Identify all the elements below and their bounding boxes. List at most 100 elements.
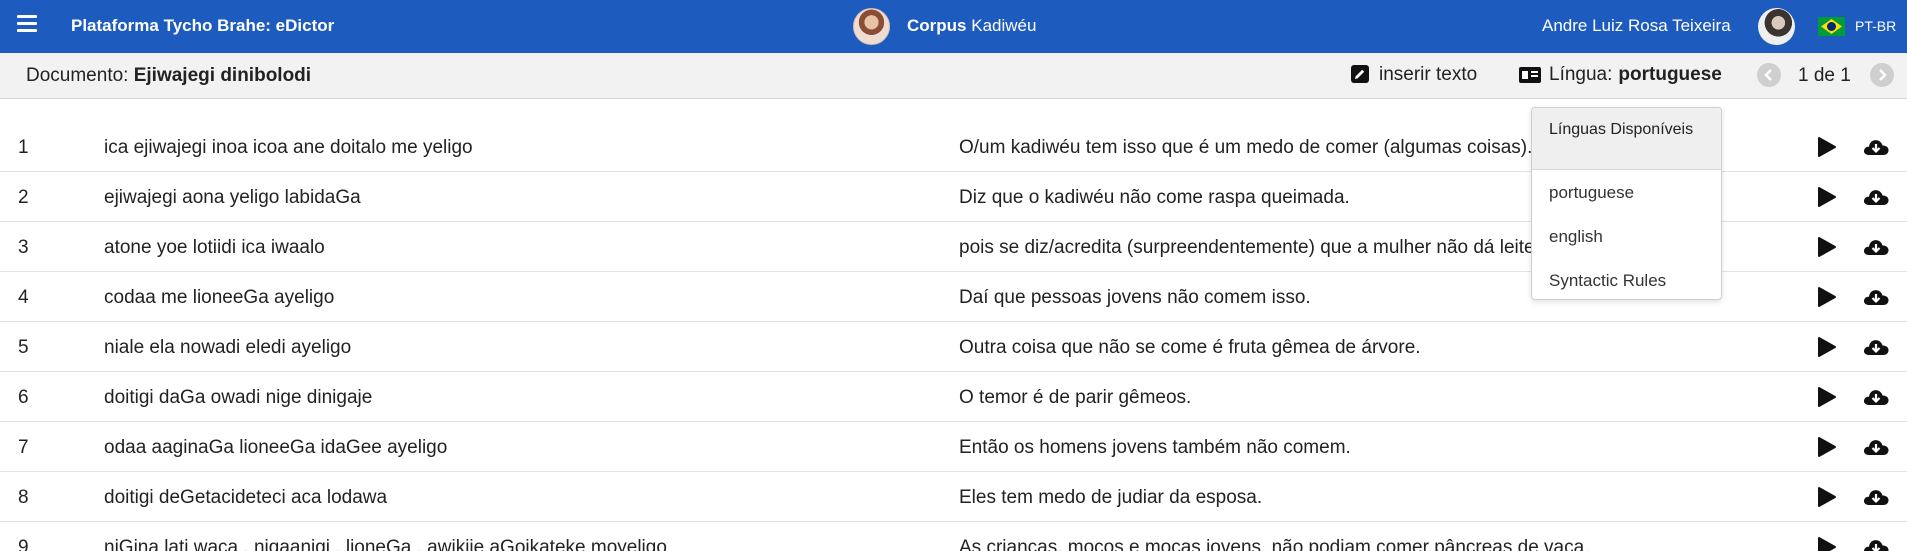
edit-icon (1351, 65, 1369, 83)
page-indicator: 1 de 1 (1798, 65, 1851, 86)
translation-text[interactable]: O temor é de parir gêmeos. (959, 387, 1191, 409)
corpus-name: Kadiwéu (971, 16, 1037, 35)
play-button[interactable] (1815, 286, 1837, 314)
row-number: 6 (18, 387, 29, 408)
download-button[interactable] (1862, 236, 1890, 264)
app-title[interactable]: Plataforma Tycho Brahe: eDictor (71, 16, 334, 36)
corpus-label[interactable]: Corpus Kadiwéu (907, 16, 1036, 36)
play-icon (1818, 187, 1836, 207)
cloud-download-icon (1863, 190, 1889, 205)
download-button[interactable] (1862, 186, 1890, 214)
source-text[interactable]: doitigi daGa owadi nige dinigaje (104, 387, 372, 409)
table-row[interactable]: 5 niale ela nowadi eledi ayeligo Outra c… (0, 322, 1907, 372)
document-title: Documento: Ejiwajegi dinibolodi (26, 65, 311, 87)
translation-text[interactable]: Diz que o kadiwéu não come raspa queimad… (959, 187, 1350, 209)
language-icon (1519, 67, 1541, 83)
language-selector[interactable]: Língua: portuguese (1519, 64, 1722, 86)
cloud-download-icon (1863, 390, 1889, 405)
language-value: portuguese (1618, 64, 1722, 85)
row-number: 5 (18, 337, 29, 358)
document-name: Ejiwajegi dinibolodi (133, 65, 312, 86)
play-icon (1818, 437, 1836, 457)
play-button[interactable] (1815, 236, 1837, 264)
cloud-download-icon (1863, 290, 1889, 305)
translation-text[interactable]: pois se diz/acredita (surpreendentemente… (959, 237, 1540, 259)
chevron-left-icon (1764, 69, 1772, 81)
cloud-download-icon (1863, 490, 1889, 505)
next-page-button[interactable] (1870, 63, 1894, 87)
cloud-download-icon (1863, 540, 1889, 551)
download-button[interactable] (1862, 486, 1890, 514)
play-button[interactable] (1815, 536, 1837, 551)
top-app-bar: Plataforma Tycho Brahe: eDictor Corpus K… (0, 0, 1907, 53)
source-text[interactable]: ejiwajegi aona yeligo labidaGa (104, 187, 361, 209)
cloud-download-icon (1863, 140, 1889, 155)
insert-text-label: inserir texto (1379, 64, 1478, 85)
row-number: 2 (18, 187, 29, 208)
translation-text[interactable]: Eles tem medo de judiar da esposa. (959, 487, 1262, 509)
download-button[interactable] (1862, 286, 1890, 314)
play-button[interactable] (1815, 486, 1837, 514)
language-option-portuguese[interactable]: portuguese (1532, 170, 1721, 214)
source-text[interactable]: doitigi deGetacideteci aca lodawa (104, 487, 387, 509)
row-number: 7 (18, 437, 29, 458)
user-name[interactable]: Andre Luiz Rosa Teixeira (1542, 16, 1731, 36)
download-button[interactable] (1862, 536, 1890, 551)
translation-text[interactable]: Outra coisa que não se come é fruta gême… (959, 337, 1421, 359)
download-button[interactable] (1862, 336, 1890, 364)
play-button[interactable] (1815, 186, 1837, 214)
translation-text[interactable]: Daí que pessoas jovens não comem isso. (959, 287, 1311, 309)
cloud-download-icon (1863, 240, 1889, 255)
play-button[interactable] (1815, 386, 1837, 414)
user-avatar[interactable] (1758, 8, 1795, 45)
download-button[interactable] (1862, 436, 1890, 464)
table-row[interactable]: 6 doitigi daGa owadi nige dinigaje O tem… (0, 372, 1907, 422)
document-prefix: Documento: (26, 65, 129, 86)
language-option-syntactic-rules[interactable]: Syntactic Rules (1532, 258, 1721, 302)
table-row[interactable]: 8 doitigi deGetacideteci aca lodawa Eles… (0, 472, 1907, 522)
source-text[interactable]: codaa me lioneeGa ayeligo (104, 287, 334, 309)
source-text[interactable]: niGina lati waca , nigaanigi , lioneGa ,… (104, 537, 667, 551)
source-text[interactable]: ica ejiwajegi inoa icoa ane doitalo me y… (104, 137, 473, 159)
language-prefix: Língua: (1549, 64, 1613, 85)
play-button[interactable] (1815, 436, 1837, 464)
download-button[interactable] (1862, 136, 1890, 164)
row-number: 3 (18, 237, 29, 258)
row-number: 9 (18, 537, 29, 551)
corpus-prefix: Corpus (907, 16, 967, 35)
language-option-english[interactable]: english (1532, 214, 1721, 258)
locale-label[interactable]: PT-BR (1855, 18, 1896, 34)
translation-text[interactable]: As crianças, moços e moças jovens, não p… (959, 537, 1589, 551)
table-row[interactable]: 7 odaa aaginaGa lioneeGa idaGee ayeligo … (0, 422, 1907, 472)
download-button[interactable] (1862, 386, 1890, 414)
play-icon (1818, 387, 1836, 407)
play-icon (1818, 487, 1836, 507)
row-number: 1 (18, 137, 29, 158)
play-icon (1818, 537, 1836, 551)
source-text[interactable]: odaa aaginaGa lioneeGa idaGee ayeligo (104, 437, 447, 459)
source-text[interactable]: atone yoe lotiidi ica iwaalo (104, 237, 325, 259)
play-icon (1818, 137, 1836, 157)
play-icon (1818, 237, 1836, 257)
language-dropdown: Línguas Disponíveis portuguese english S… (1531, 107, 1722, 300)
insert-text-button[interactable]: inserir texto (1351, 64, 1477, 86)
play-button[interactable] (1815, 136, 1837, 164)
menu-icon[interactable] (17, 15, 37, 35)
play-icon (1818, 337, 1836, 357)
row-number: 8 (18, 487, 29, 508)
chevron-right-icon (1879, 69, 1887, 81)
previous-page-button[interactable] (1757, 63, 1781, 87)
play-button[interactable] (1815, 336, 1837, 364)
cloud-download-icon (1863, 440, 1889, 455)
translation-text[interactable]: Então os homens jovens também não comem. (959, 437, 1351, 459)
brazil-flag-icon[interactable] (1818, 17, 1845, 36)
table-row[interactable]: 9 niGina lati waca , nigaanigi , lioneGa… (0, 522, 1907, 551)
translation-text[interactable]: O/um kadiwéu tem isso que é um medo de c… (959, 137, 1532, 159)
document-toolbar: Documento: Ejiwajegi dinibolodi inserir … (0, 53, 1907, 99)
play-icon (1818, 287, 1836, 307)
source-text[interactable]: niale ela nowadi eledi ayeligo (104, 337, 351, 359)
corpus-avatar (853, 8, 890, 45)
cloud-download-icon (1863, 340, 1889, 355)
language-dropdown-header: Línguas Disponíveis (1532, 108, 1721, 170)
row-number: 4 (18, 287, 29, 308)
